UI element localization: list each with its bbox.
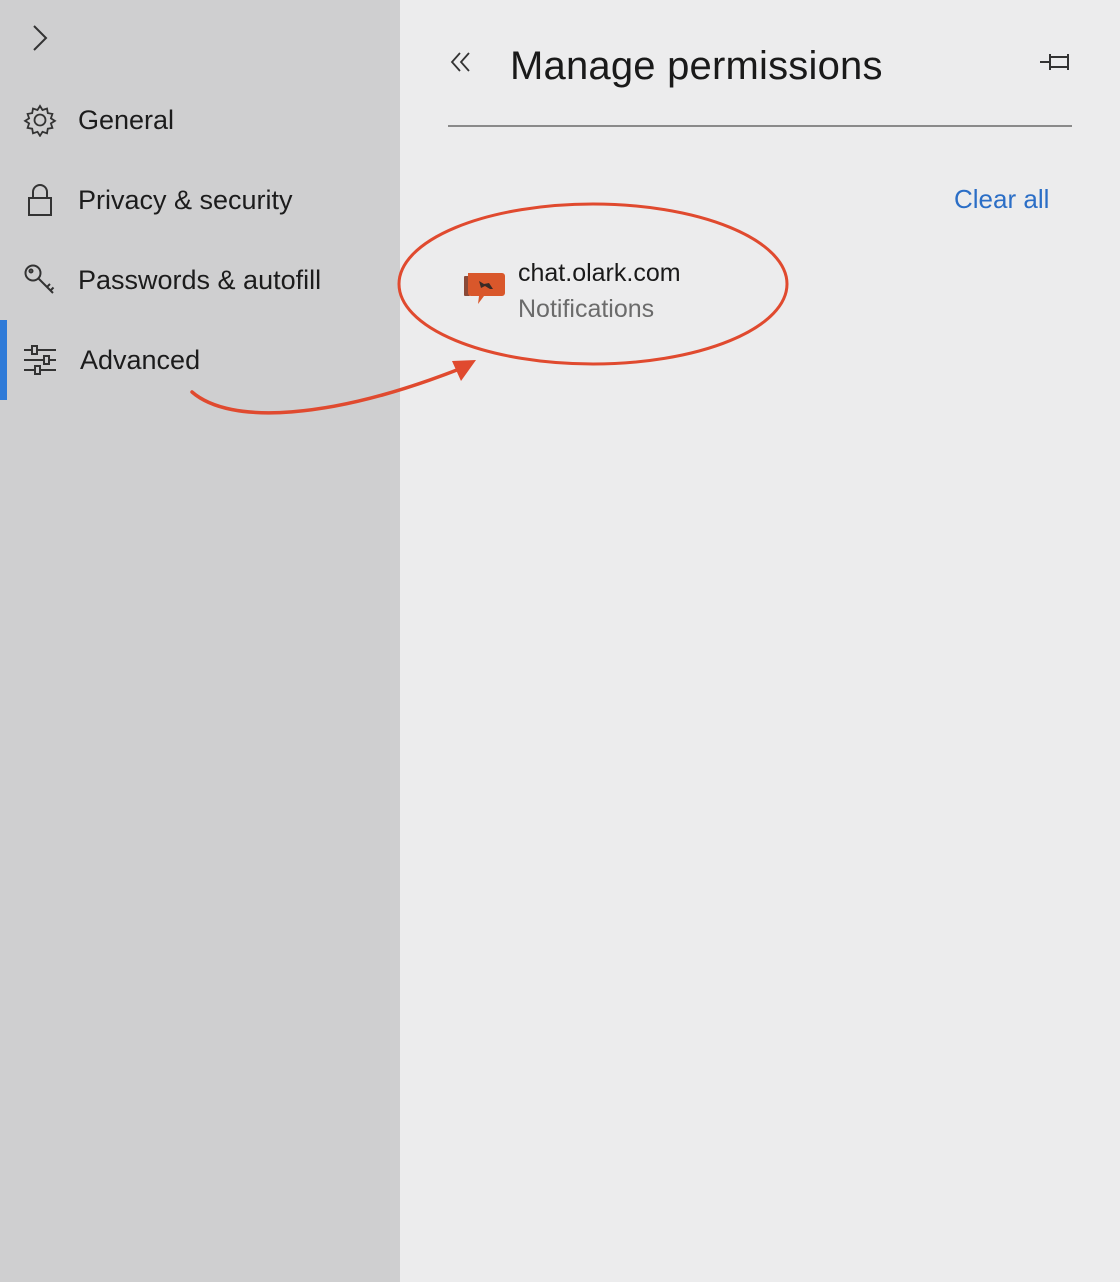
sidebar-item-label: General bbox=[78, 104, 175, 135]
expand-sidebar-button[interactable] bbox=[22, 20, 58, 56]
sidebar-item-passwords-autofill[interactable]: Passwords & autofill bbox=[0, 240, 400, 320]
key-icon bbox=[22, 262, 58, 298]
lock-icon bbox=[22, 182, 58, 218]
sidebar-item-privacy-security[interactable]: Privacy & security bbox=[0, 160, 400, 240]
active-indicator bbox=[0, 320, 7, 400]
sidebar: General Privacy & security Passwords & a… bbox=[0, 0, 400, 1282]
site-permission-item[interactable]: chat.olark.com Notifications bbox=[450, 250, 1070, 330]
pin-button[interactable] bbox=[1034, 44, 1078, 80]
site-permission-label: Notifications bbox=[518, 295, 655, 323]
sliders-icon bbox=[22, 342, 58, 378]
sidebar-item-label: Advanced bbox=[80, 344, 201, 375]
gear-icon bbox=[22, 102, 58, 138]
sidebar-item-label: Passwords & autofill bbox=[78, 264, 322, 295]
sidebar-item-general[interactable]: General bbox=[0, 80, 400, 160]
clear-all-button[interactable]: Clear all bbox=[954, 184, 1049, 215]
sidebar-item-label: Privacy & security bbox=[78, 184, 293, 215]
double-chevron-left-icon bbox=[450, 52, 470, 72]
chevron-right-icon bbox=[33, 25, 48, 51]
olark-favicon-icon bbox=[462, 268, 506, 308]
back-button[interactable] bbox=[444, 42, 478, 82]
sidebar-item-advanced[interactable]: Advanced bbox=[0, 320, 400, 400]
site-name: chat.olark.com bbox=[518, 259, 681, 287]
pin-icon bbox=[1040, 54, 1069, 70]
title-divider bbox=[448, 125, 1072, 127]
page-title: Manage permissions bbox=[510, 44, 883, 88]
